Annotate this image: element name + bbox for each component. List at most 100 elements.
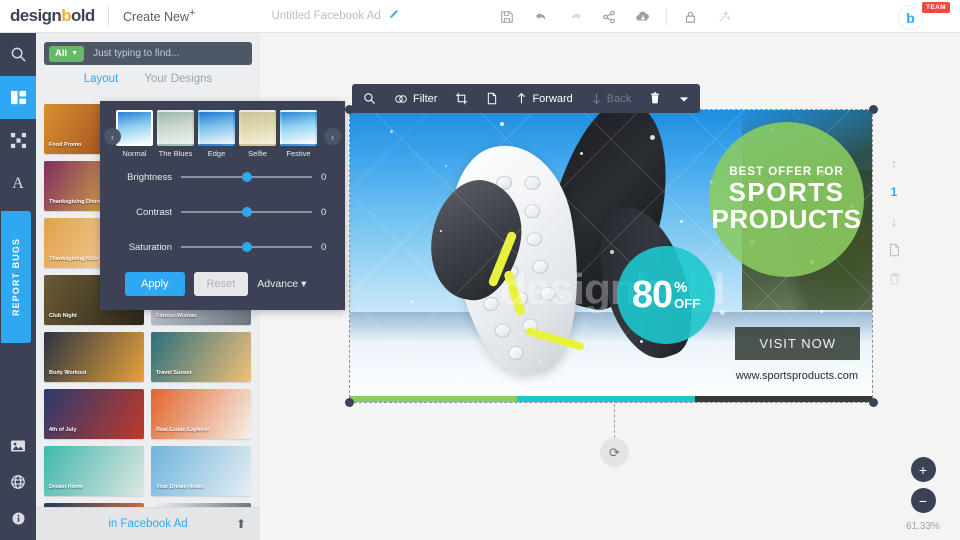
template-thumbnail-title: 4th of July <box>49 427 77 434</box>
crop-button[interactable] <box>446 84 477 113</box>
resize-handle-tr[interactable] <box>869 105 878 114</box>
filter-button[interactable]: Filter <box>385 84 446 113</box>
search-row: All ▼ Just typing to find... <box>36 33 260 71</box>
tab-your-designs[interactable]: Your Designs <box>144 73 212 87</box>
rail-item-layouts[interactable] <box>0 76 36 119</box>
duplicate-page-icon[interactable] <box>888 242 901 258</box>
delete-page-icon[interactable] <box>888 271 901 287</box>
magic-wand-icon[interactable] <box>707 0 741 33</box>
brand-o-mark: b <box>61 6 71 26</box>
rail-item-search[interactable] <box>0 33 36 76</box>
contrast-slider[interactable] <box>181 211 312 213</box>
template-thumbnail[interactable]: Real Estate Explorer <box>151 389 251 439</box>
template-row: Body Workout Travel Sunset <box>44 332 252 382</box>
create-new-plus: + <box>189 7 195 19</box>
rail-item-language[interactable] <box>0 464 36 500</box>
brightness-slider[interactable] <box>181 176 312 178</box>
filter-preset-label: The Blues <box>157 149 194 158</box>
scroll-top-icon[interactable]: ⬆ <box>236 517 246 531</box>
download-cloud-icon[interactable] <box>626 0 660 33</box>
rail-bottom-group <box>0 428 36 536</box>
top-bar: design b old Create New+ Untitled Facebook… <box>0 0 960 33</box>
more-options-button[interactable] <box>670 84 698 113</box>
reset-button[interactable]: Reset <box>194 272 249 296</box>
template-row: Dream Home Your Dream Home <box>44 446 252 496</box>
rail-item-background[interactable] <box>0 428 36 464</box>
avatar[interactable]: b <box>898 5 923 30</box>
team-badge: TEAM <box>922 2 950 13</box>
resize-handle-bl[interactable] <box>345 398 354 407</box>
brightness-knob[interactable] <box>242 172 252 182</box>
template-thumbnail[interactable]: Body Workout <box>44 332 144 382</box>
template-thumbnail-title: Club Night <box>49 313 77 320</box>
move-page-down-button[interactable]: ↓ <box>891 213 898 229</box>
rail-item-elements[interactable] <box>0 119 36 162</box>
filter-preset[interactable]: Edge <box>198 110 235 158</box>
report-bugs-tab[interactable]: REPORT BUGS <box>1 211 31 343</box>
contrast-knob[interactable] <box>242 207 252 217</box>
search-input[interactable]: All ▼ Just typing to find... <box>44 42 252 65</box>
saturation-label: Saturation <box>110 242 172 253</box>
filter-preset[interactable]: Normal <box>116 110 153 158</box>
avatar-letter: b <box>906 10 915 26</box>
brightness-slider-row: Brightness 0 <box>100 161 345 193</box>
resize-handle-br[interactable] <box>869 398 878 407</box>
redo-icon[interactable] <box>558 0 592 33</box>
create-new-label: Create New <box>123 11 189 25</box>
template-thumbnail[interactable]: Dream Home <box>44 446 144 496</box>
template-thumbnail[interactable]: Your Dream Home <box>151 446 251 496</box>
save-icon[interactable] <box>490 0 524 33</box>
apply-button[interactable]: Apply <box>125 272 185 296</box>
edit-pencil-icon[interactable] <box>388 9 399 23</box>
filter-button-label: Filter <box>413 93 437 105</box>
zoom-controls: + − 61.33% <box>900 457 946 532</box>
in-facebook-ad-link[interactable]: in Facebook Ad <box>108 518 187 530</box>
canvas-workspace: Filter Forward Back ⟳ designbold BEST OF… <box>260 33 960 540</box>
page-number: 1 <box>891 184 898 200</box>
filter-preset[interactable]: Selfie <box>239 110 276 158</box>
document-title[interactable]: Untitled Facebook Ad <box>271 9 398 23</box>
app-logo[interactable]: design b old <box>0 6 108 26</box>
tab-layout[interactable]: Layout <box>84 73 119 87</box>
element-context-toolbar: Filter Forward Back <box>352 84 700 113</box>
category-filter-label: All <box>55 48 67 59</box>
filter-panel-buttons: Apply Reset Advance ▾ <box>100 263 345 296</box>
template-thumbnail[interactable]: 4th of July <box>44 389 144 439</box>
category-filter-dropdown[interactable]: All ▼ <box>49 46 84 62</box>
create-new-button[interactable]: Create New+ <box>109 7 209 24</box>
rail-item-text[interactable]: A <box>0 162 36 205</box>
saturation-slider[interactable] <box>181 246 312 248</box>
zoom-level-label: 61.33% <box>906 521 940 532</box>
template-thumbnail-title: Your Dream Home <box>156 484 204 491</box>
account-area[interactable]: b TEAM <box>898 4 946 31</box>
brightness-label: Brightness <box>110 172 172 183</box>
zoom-in-button[interactable]: + <box>911 457 936 482</box>
filter-preset[interactable]: Festive <box>280 110 317 158</box>
rail-item-help[interactable] <box>0 500 36 536</box>
preset-prev-arrow[interactable]: ‹ <box>104 128 121 145</box>
lock-icon[interactable] <box>673 0 707 33</box>
share-icon[interactable] <box>592 0 626 33</box>
template-thumbnail-title: Body Workout <box>49 370 86 377</box>
delete-button[interactable] <box>640 84 670 113</box>
filter-preset[interactable]: The Blues <box>157 110 194 158</box>
rotate-handle[interactable]: ⟳ <box>600 438 629 467</box>
template-thumbnail-title: Fitness Woman <box>156 313 197 320</box>
undo-icon[interactable] <box>524 0 558 33</box>
report-bugs-label: REPORT BUGS <box>11 238 21 316</box>
zoom-out-button[interactable]: − <box>911 488 936 513</box>
contrast-slider-row: Contrast 0 <box>100 196 345 228</box>
saturation-knob[interactable] <box>242 242 252 252</box>
forward-button[interactable]: Forward <box>507 84 581 113</box>
template-thumbnail[interactable]: Travel Sunset <box>151 332 251 382</box>
magnify-button[interactable] <box>354 84 385 113</box>
advance-dropdown[interactable]: Advance ▾ <box>257 278 306 290</box>
template-thumbnail-title: Dream Home <box>49 484 83 491</box>
filter-preset-thumbnail <box>280 110 317 146</box>
filter-preset-list[interactable]: Normal The Blues Edge Selfie Festive <box>100 101 345 158</box>
move-page-up-button[interactable]: ↑ <box>891 155 898 171</box>
forward-button-label: Forward <box>532 93 572 105</box>
back-button-label: Back <box>607 93 631 105</box>
preset-next-arrow[interactable]: › <box>324 128 341 145</box>
duplicate-button[interactable] <box>477 84 507 113</box>
